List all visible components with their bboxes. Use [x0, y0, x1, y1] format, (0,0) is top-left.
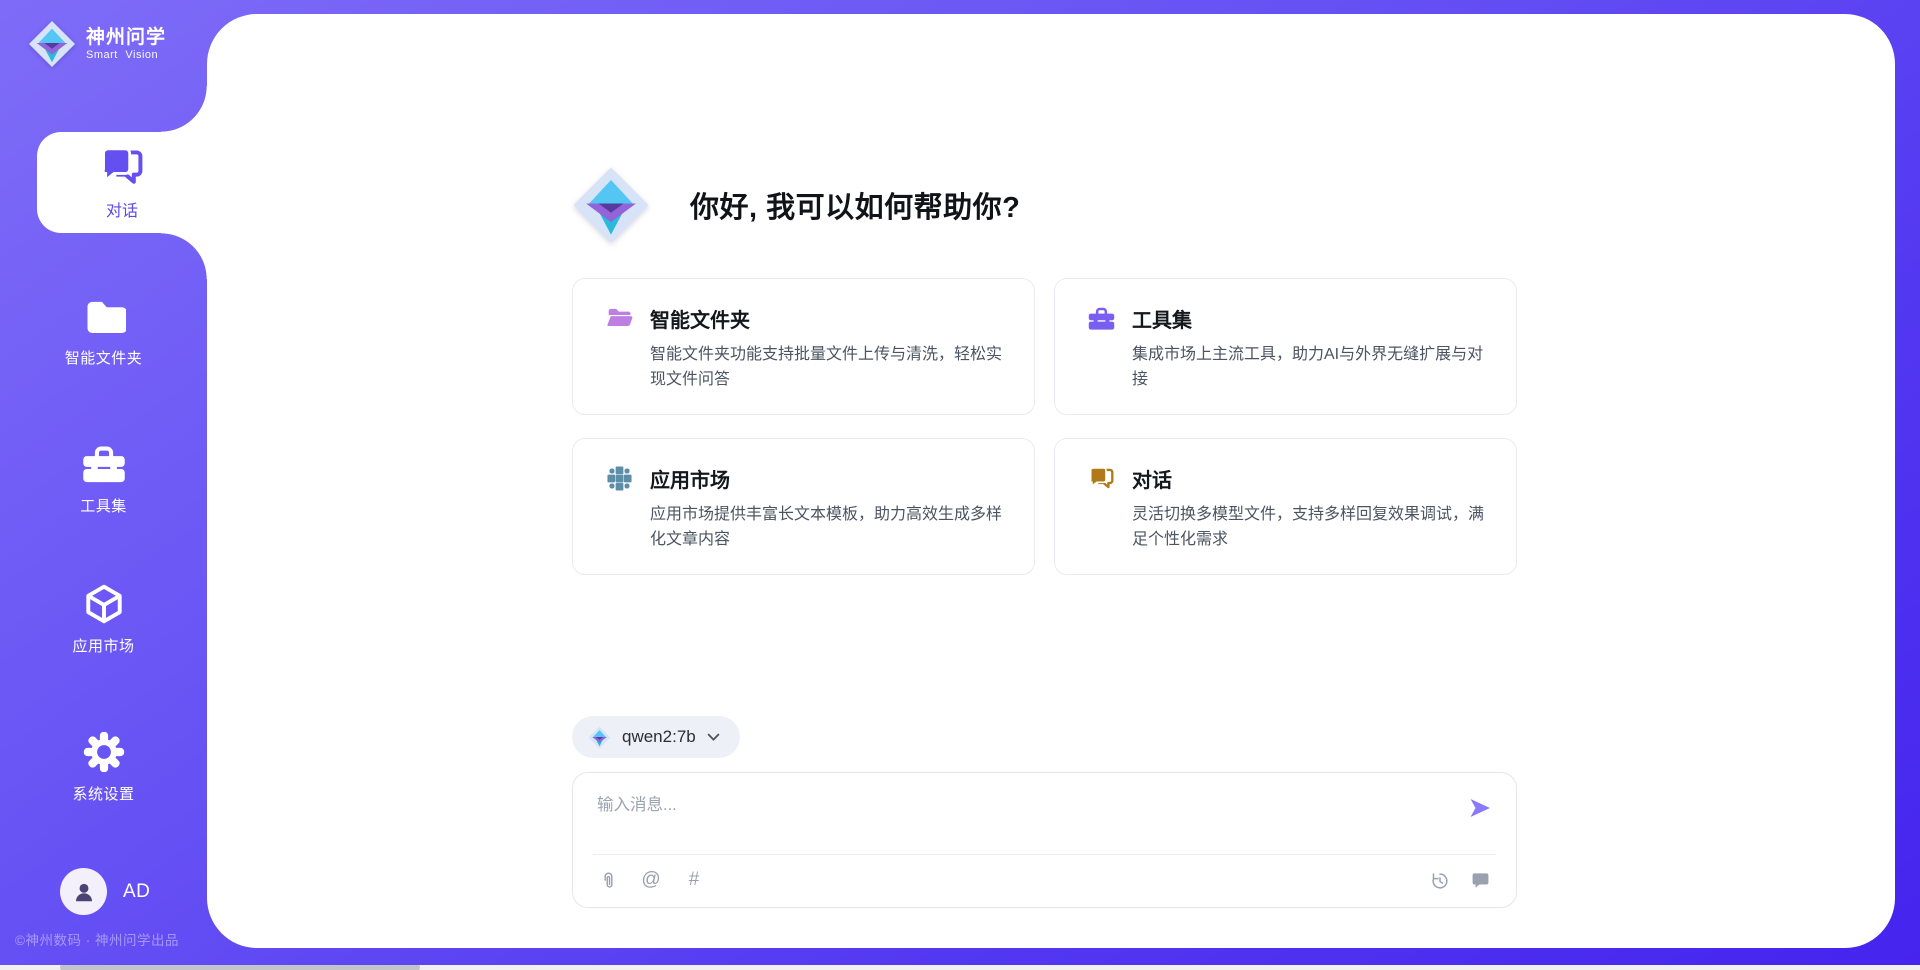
card-smart-folder[interactable]: 智能文件夹 智能文件夹功能支持批量文件上传与清洗，轻松实现文件问答	[572, 278, 1035, 415]
card-description: 灵活切换多模型文件，支持多样回复效果调试，满足个性化需求	[1132, 502, 1490, 552]
composer-right-tools	[1430, 871, 1491, 891]
sidebar-item-smart-folder[interactable]: 智能文件夹	[0, 294, 207, 368]
message-composer: @ #	[572, 772, 1517, 908]
horizontal-scrollbar[interactable]	[0, 965, 1920, 970]
copyright: ©神州数码 · 神州问学出品	[15, 929, 179, 949]
attach-button[interactable]	[598, 870, 618, 890]
message-input[interactable]	[597, 791, 1437, 849]
model-selector[interactable]: qwen2:7b	[572, 716, 740, 758]
gear-icon	[82, 730, 126, 774]
sidebar-item-label: 对话	[106, 197, 138, 221]
user-initials: AD	[123, 881, 150, 903]
folder-open-icon	[606, 305, 633, 332]
composer-tools: @ #	[598, 870, 704, 890]
scrollbar-thumb[interactable]	[60, 965, 420, 970]
chat-icon	[1088, 465, 1115, 492]
hero-diamond-icon	[572, 166, 650, 244]
card-toolset[interactable]: 工具集 集成市场上主流工具，助力AI与外界无缝扩展与对接	[1054, 278, 1517, 415]
hashtag-button hash-icon[interactable]: #	[684, 870, 704, 890]
card-title: 应用市场	[650, 464, 730, 493]
send-icon[interactable]	[1468, 796, 1492, 820]
brand-logo: 神州问学 Smart Vision	[28, 20, 166, 68]
avatar	[60, 868, 107, 915]
greeting-title: 你好, 我可以如何帮助你?	[690, 184, 1020, 226]
model-diamond-icon	[588, 726, 611, 749]
card-app-market[interactable]: 应用市场 应用市场提供丰富长文本模板，助力高效生成多样化文章内容	[572, 438, 1035, 575]
model-name: qwen2:7b	[622, 727, 696, 747]
brand-subtitle: Smart Vision	[86, 49, 166, 61]
composer-divider	[593, 854, 1496, 855]
chevron-down-icon	[707, 733, 720, 742]
card-description: 智能文件夹功能支持批量文件上传与清洗，轻松实现文件问答	[650, 342, 1008, 392]
feedback-button[interactable]	[1471, 871, 1491, 891]
sidebar-item-toolset[interactable]: 工具集	[0, 442, 207, 516]
grid-cube-icon	[606, 465, 633, 492]
sidebar-item-chat[interactable]: 对话	[37, 132, 207, 233]
folder-icon	[82, 294, 126, 338]
feature-cards: 智能文件夹 智能文件夹功能支持批量文件上传与清洗，轻松实现文件问答 工具集 集成…	[572, 278, 1517, 575]
chat-bubble-icon	[1471, 871, 1490, 890]
brand-title: 神州问学	[86, 27, 166, 49]
sidebar-item-label: 应用市场	[72, 635, 134, 656]
paperclip-icon	[599, 870, 618, 891]
user-account[interactable]: AD	[60, 868, 150, 915]
sidebar-item-label: 工具集	[80, 495, 127, 516]
card-title: 工具集	[1132, 304, 1192, 333]
chat-icon	[99, 144, 145, 190]
card-title: 智能文件夹	[650, 304, 750, 333]
hero: 你好, 我可以如何帮助你?	[572, 166, 1020, 244]
card-description: 集成市场上主流工具，助力AI与外界无缝扩展与对接	[1132, 342, 1490, 392]
main-content: 你好, 我可以如何帮助你? 智能文件夹 智能文件夹功能支持批量文件上传与清洗，轻…	[207, 14, 1895, 948]
sidebar-item-app-market[interactable]: 应用市场	[0, 582, 207, 656]
card-title: 对话	[1132, 464, 1172, 493]
cube-icon	[82, 582, 126, 626]
sidebar: 神州问学 Smart Vision 对话 智能文件夹 工具集 应用市场	[0, 0, 207, 970]
history-button[interactable]	[1430, 871, 1450, 891]
sidebar-item-label: 智能文件夹	[65, 347, 143, 368]
sidebar-item-label: 系统设置	[72, 783, 134, 804]
sidebar-item-settings[interactable]: 系统设置	[0, 730, 207, 804]
person-icon	[71, 879, 97, 905]
card-chat[interactable]: 对话 灵活切换多模型文件，支持多样回复效果调试，满足个性化需求	[1054, 438, 1517, 575]
card-description: 应用市场提供丰富长文本模板，助力高效生成多样化文章内容	[650, 502, 1008, 552]
toolbox-icon	[1088, 305, 1115, 332]
brand-diamond-icon	[28, 20, 76, 68]
history-icon	[1430, 871, 1450, 891]
mention-button at-icon[interactable]: @	[641, 870, 661, 890]
toolbox-icon	[82, 442, 126, 486]
